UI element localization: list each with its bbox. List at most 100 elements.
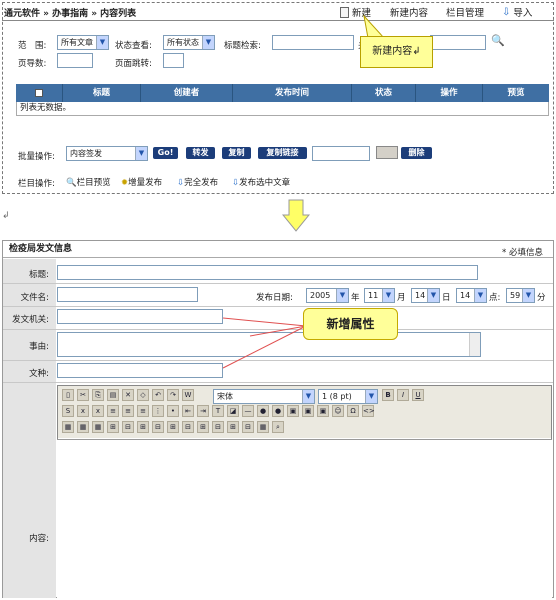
font-size-select[interactable]: 1 (8 pt) ▼	[318, 389, 378, 404]
table-icon[interactable]: ▦	[62, 421, 74, 433]
undo-icon[interactable]: ↶	[152, 389, 164, 401]
new-document-icon[interactable]: ▯	[62, 389, 74, 401]
horizontal-rule-icon[interactable]: —	[242, 405, 254, 417]
indent-icon[interactable]: ⇥	[197, 405, 209, 417]
select-all-checkbox[interactable]	[16, 84, 62, 102]
flash-icon[interactable]: ▣	[302, 405, 314, 417]
bold-icon[interactable]: B	[382, 389, 394, 401]
anchor-icon[interactable]: ●	[272, 405, 284, 417]
copy-link-button[interactable]: 复制链接	[258, 147, 307, 159]
font-select[interactable]: 宋体 ▼	[213, 389, 315, 404]
title-search-label: 标题检索:	[224, 41, 261, 51]
column-creator[interactable]: 创建者	[140, 84, 232, 102]
filename-input[interactable]	[57, 287, 198, 302]
chevron-down-icon: ▼	[474, 289, 486, 302]
chevron-down-icon: ▼	[336, 289, 348, 302]
batch-action-select[interactable]: 内容签发 ▼	[66, 146, 148, 161]
unordered-list-icon[interactable]: •	[167, 405, 179, 417]
forward-button[interactable]: 转发	[186, 147, 215, 159]
media-icon[interactable]: ▣	[317, 405, 329, 417]
subscript-icon[interactable]: x	[77, 405, 89, 417]
status-select[interactable]: 所有状态 ▼	[163, 35, 215, 50]
full-publish-link[interactable]: ⇩完全发布	[177, 176, 218, 188]
underline-icon[interactable]: U	[412, 389, 424, 401]
editor-toolbar-row-1: ▯ ✂ ⎘ ▤ ✕ ◇ ↶ ↷ W	[62, 389, 194, 401]
col-left-icon[interactable]: ⊞	[227, 421, 239, 433]
highlight-icon[interactable]: ◪	[227, 405, 239, 417]
day-suffix: 日	[442, 293, 451, 303]
emoticon-icon[interactable]: ☺	[332, 405, 344, 417]
align-right-icon[interactable]: ≡	[137, 405, 149, 417]
column-title[interactable]: 标题	[62, 84, 140, 102]
month-select[interactable]: 11 ▼	[364, 288, 395, 303]
title-search-input[interactable]	[272, 35, 354, 50]
hour-select[interactable]: 14 ▼	[456, 288, 487, 303]
chevron-down-icon: ▼	[365, 390, 377, 403]
form-icon[interactable]: ▦	[257, 421, 269, 433]
eraser-icon[interactable]: ◇	[137, 389, 149, 401]
new-attribute-callout: 新增属性	[303, 308, 398, 340]
column-preview[interactable]: 预览	[482, 84, 549, 102]
reason-scrollbar[interactable]	[469, 333, 480, 356]
align-center-icon[interactable]: ≡	[122, 405, 134, 417]
editor-content-area[interactable]	[57, 440, 552, 598]
insert-col-icon[interactable]: ⊞	[137, 421, 149, 433]
delete-button[interactable]: 删除	[401, 147, 432, 159]
column-preview-link[interactable]: 🔍栏目预览	[66, 176, 111, 188]
superscript-icon[interactable]: x	[92, 405, 104, 417]
special-char-icon[interactable]: Ω	[347, 405, 359, 417]
italic-icon[interactable]: I	[397, 389, 409, 401]
day-select[interactable]: 14 ▼	[411, 288, 440, 303]
agency-input[interactable]	[57, 309, 223, 324]
row-below-icon[interactable]: ⊟	[212, 421, 224, 433]
redo-icon[interactable]: ↷	[167, 389, 179, 401]
delete-col-icon[interactable]: ⊟	[152, 421, 164, 433]
paste-icon[interactable]: ▤	[107, 389, 119, 401]
source-code-icon[interactable]: <>	[362, 405, 375, 417]
minute-select[interactable]: 59 ▼	[506, 288, 535, 303]
hour-suffix: 点:	[489, 293, 501, 303]
batch-target-input[interactable]	[312, 146, 370, 161]
table-props-icon[interactable]: ▦	[77, 421, 89, 433]
year-select[interactable]: 2005 ▼	[306, 288, 349, 303]
cell-props-icon[interactable]: ▦	[92, 421, 104, 433]
new-content-link[interactable]: 新建内容	[390, 5, 428, 19]
import-button[interactable]: ⇩ 导入	[502, 5, 532, 20]
ordered-list-icon[interactable]: ⋮	[152, 405, 164, 417]
incremental-publish-link[interactable]: ✹增量发布	[121, 176, 162, 188]
calendar-icon[interactable]	[376, 146, 398, 159]
image-icon[interactable]: ▣	[287, 405, 299, 417]
scope-label: 范 围:	[18, 41, 47, 51]
column-manage-link[interactable]: 栏目管理	[446, 5, 484, 19]
column-status[interactable]: 状态	[351, 84, 415, 102]
scope-select[interactable]: 所有文章 ▼	[57, 35, 109, 50]
column-publish-time[interactable]: 发布时间	[232, 84, 351, 102]
find-icon[interactable]: ⌕	[272, 421, 284, 433]
publish-selected-link[interactable]: ⇩发布选中文章	[232, 176, 290, 188]
col-right-icon[interactable]: ⊟	[242, 421, 254, 433]
copy-button[interactable]: 复制	[222, 147, 251, 159]
delete-icon[interactable]: ✕	[122, 389, 134, 401]
search-icon[interactable]: 🔍	[491, 34, 505, 47]
title-input[interactable]	[57, 265, 478, 280]
insert-row-icon[interactable]: ⊞	[107, 421, 119, 433]
copy-icon[interactable]: ⎘	[92, 389, 104, 401]
chevron-down-icon: ▼	[427, 289, 439, 302]
split-cell-icon[interactable]: ⊞	[167, 421, 179, 433]
merge-cell-icon[interactable]: ⊟	[182, 421, 194, 433]
search-keyword-input[interactable]	[430, 35, 486, 50]
doctype-input[interactable]	[57, 363, 223, 378]
link-icon[interactable]: ●	[257, 405, 269, 417]
go-button[interactable]: Go!	[153, 147, 178, 159]
strikethrough-icon[interactable]: S	[62, 405, 74, 417]
cut-icon[interactable]: ✂	[77, 389, 89, 401]
page-jump-input[interactable]	[163, 53, 184, 68]
delete-row-icon[interactable]: ⊟	[122, 421, 134, 433]
row-above-icon[interactable]: ⊞	[197, 421, 209, 433]
align-left-icon[interactable]: ≡	[107, 405, 119, 417]
column-actions[interactable]: 操作	[415, 84, 482, 102]
text-color-icon[interactable]: T	[212, 405, 224, 417]
page-size-input[interactable]	[57, 53, 93, 68]
outdent-icon[interactable]: ⇤	[182, 405, 194, 417]
word-icon[interactable]: W	[182, 389, 194, 401]
